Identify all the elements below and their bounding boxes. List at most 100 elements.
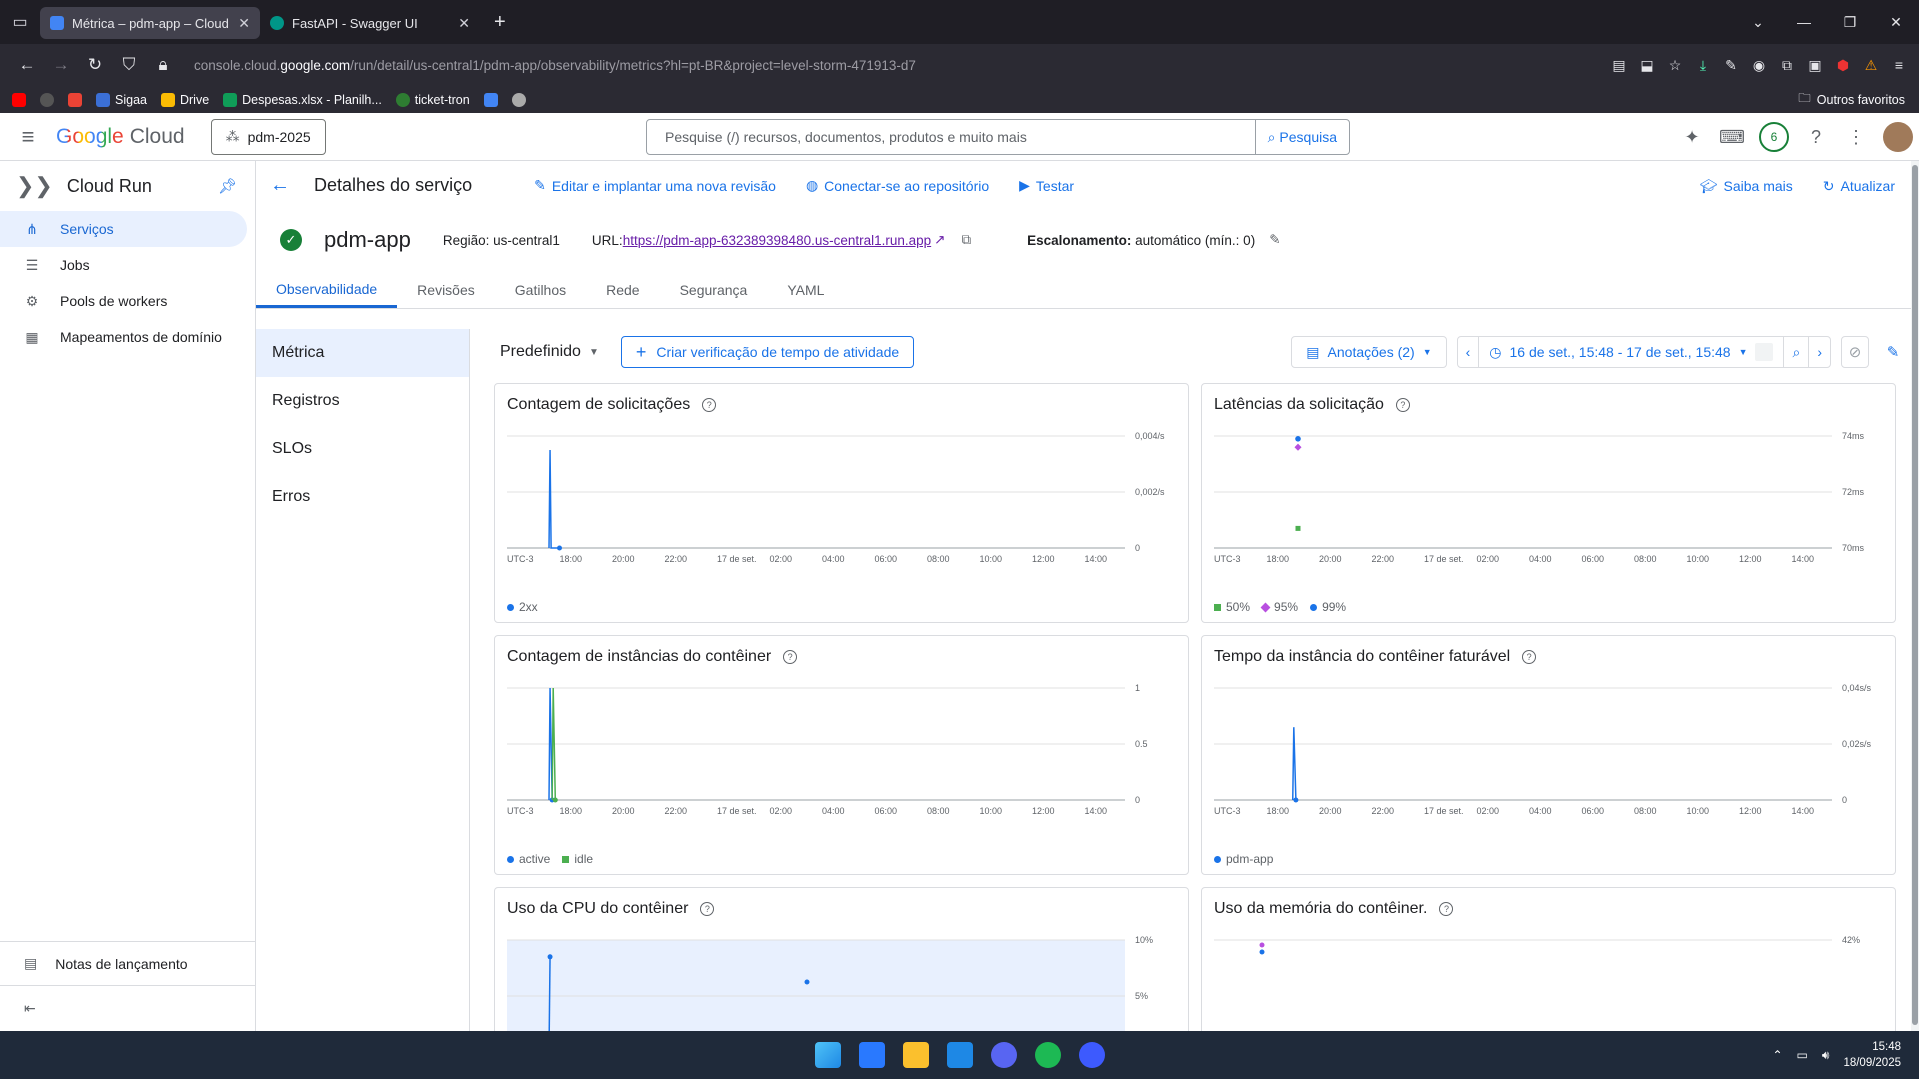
back-icon[interactable]: ← (10, 55, 44, 75)
next-range-icon[interactable]: › (1809, 337, 1830, 367)
search-button[interactable]: ⌕ Pesquisa (1254, 120, 1349, 154)
help-icon[interactable]: ? (700, 902, 715, 916)
help-icon[interactable]: ? (1395, 398, 1410, 412)
address-bar[interactable]: console.cloud.google.com/run/detail/us-c… (194, 58, 916, 73)
subnav-slos[interactable]: SLOs (256, 425, 469, 473)
legend-item[interactable]: pdm-app (1214, 852, 1273, 866)
sidebar-item-jobs[interactable]: ☰ Jobs (0, 247, 255, 283)
project-selector[interactable]: ⁂ pdm-2025 (210, 118, 326, 155)
extensions-icon[interactable]: ⧉ (1779, 57, 1795, 73)
github-bookmark[interactable] (40, 92, 54, 107)
shield-icon[interactable]: ⛉ (112, 55, 146, 75)
gemini-sparkle-icon[interactable]: ✦ (1679, 124, 1705, 150)
new-tab-icon[interactable]: + (494, 11, 506, 34)
zoom-icon[interactable]: ⌕ (1784, 337, 1810, 367)
legend-item[interactable]: 2xx (507, 600, 538, 614)
sidebar-item-services[interactable]: ⋔ Serviços (0, 211, 247, 247)
legend-item[interactable]: idle (562, 852, 593, 866)
forward-icon[interactable]: → (44, 55, 78, 75)
browser-tab-active[interactable]: Métrica – pdm-app – Cloud Run ✕ (40, 7, 260, 39)
create-uptime-check-button[interactable]: + Criar verificação de tempo de atividade (620, 336, 915, 368)
scrollbar-thumb[interactable] (1912, 165, 1918, 1025)
star-icon[interactable]: ☆ (1667, 57, 1683, 73)
extension-alert-icon[interactable]: ⚠ (1863, 57, 1879, 73)
restore-icon[interactable]: ❐ (1827, 14, 1873, 31)
tab-observability[interactable]: Observabilidade (256, 281, 398, 308)
youtube-bookmark[interactable] (12, 92, 26, 107)
external-link-icon[interactable]: ↗ (934, 232, 945, 248)
help-icon[interactable]: ? (702, 398, 717, 412)
ticket-tron-bookmark[interactable]: ticket-tron (395, 92, 470, 107)
extension-badge-icon[interactable]: ▣ (1807, 57, 1823, 73)
drive-bookmark[interactable]: Drive (160, 92, 209, 107)
legend-item[interactable]: active (507, 852, 550, 866)
collapse-sidebar-icon[interactable]: ⇤ (0, 985, 255, 1031)
download-icon[interactable]: ⤓ (1695, 57, 1711, 73)
subnav-errors[interactable]: Erros (256, 473, 469, 521)
search-input[interactable]: Pesquise (/) recursos, documentos, produ… (647, 129, 1255, 145)
legend-item[interactable]: 50% (1214, 600, 1250, 614)
tab-triggers[interactable]: Gatilhos (495, 282, 586, 308)
legend-item[interactable]: 99% (1310, 600, 1346, 614)
windows-start-icon[interactable] (814, 1042, 841, 1068)
close-tab-icon[interactable]: ✕ (458, 15, 470, 32)
clock[interactable]: 15:48 18/09/2025 (1843, 1039, 1901, 1071)
close-window-icon[interactable]: ✕ (1873, 14, 1919, 31)
tab-list-icon[interactable]: ▭ (0, 0, 40, 44)
more-vert-icon[interactable]: ⋮ (1843, 124, 1869, 150)
connect-repo-button[interactable]: ◍ Conectar-se ao repositório (806, 177, 989, 194)
legend-item[interactable]: 95% (1260, 600, 1298, 614)
tab-security[interactable]: Segurança (660, 282, 768, 308)
refresh-button[interactable]: ↻ Atualizar (1823, 178, 1895, 195)
page-scrollbar[interactable] (1911, 161, 1919, 1031)
volume-icon[interactable]: 🔊︎ (1822, 1048, 1830, 1063)
store-icon[interactable] (858, 1042, 885, 1068)
calendar-bookmark[interactable] (483, 92, 498, 107)
reset-zoom-icon[interactable]: ⊘ (1841, 336, 1869, 368)
release-notes-link[interactable]: ▤ Notas de lançamento (0, 941, 255, 985)
cloud-shell-icon[interactable]: ⌨ (1719, 124, 1745, 150)
spotify-icon[interactable] (1034, 1042, 1061, 1068)
tab-revisions[interactable]: Revisões (397, 282, 495, 308)
file-explorer-icon[interactable] (902, 1042, 929, 1068)
wrench-icon[interactable]: ✎ (1723, 57, 1739, 73)
reader-icon[interactable]: ▤ (1611, 57, 1627, 73)
back-arrow-icon[interactable]: ← (270, 174, 300, 197)
tab-yaml[interactable]: YAML (767, 282, 844, 308)
tab-overflow-icon[interactable]: ⌄ (1735, 14, 1781, 31)
copy-icon[interactable]: ⧉ (961, 232, 971, 248)
sheets-bookmark[interactable]: Despesas.xlsx - Planilh... (223, 92, 382, 107)
lock-icon[interactable]: 🔒︎ (146, 55, 180, 75)
firefox-icon[interactable] (1078, 1042, 1105, 1068)
close-tab-icon[interactable]: ✕ (238, 15, 250, 32)
gmail-bookmark[interactable] (68, 92, 82, 107)
hamburger-menu-icon[interactable]: ≡ (0, 124, 56, 150)
edit-dashboard-icon[interactable]: ✎ (1879, 336, 1907, 368)
notifications-badge[interactable]: 6 (1759, 122, 1789, 152)
preset-dropdown[interactable]: Predefinido ▼ (500, 343, 599, 361)
help-icon[interactable]: ? (1439, 902, 1454, 916)
test-button[interactable]: ▶ Testar (1019, 177, 1074, 194)
minimize-icon[interactable]: — (1781, 14, 1827, 30)
discord-icon[interactable] (990, 1042, 1017, 1068)
subnav-logs[interactable]: Registros (256, 377, 469, 425)
annotations-dropdown[interactable]: ▤ Anotações (2) ▼ (1291, 336, 1447, 368)
edit-scaling-icon[interactable]: ✎ (1269, 232, 1280, 248)
reload-icon[interactable]: ↻ (78, 55, 112, 75)
tray-expand-icon[interactable]: ⌃ (1772, 1048, 1782, 1062)
tab-network[interactable]: Rede (586, 282, 659, 308)
network-icon[interactable]: ▭ (1797, 1048, 1808, 1062)
sigaa-bookmark[interactable]: Sigaa (96, 92, 147, 107)
help-icon[interactable]: ? (1803, 124, 1829, 150)
subnav-metrics[interactable]: Métrica (256, 329, 469, 377)
service-url-link[interactable]: https://pdm-app-632389398480.us-central1… (623, 233, 931, 248)
other-bookmarks[interactable]: 🗀︎ Outros favoritos (1798, 86, 1905, 113)
prev-range-icon[interactable]: ‹ (1458, 337, 1480, 367)
ublock-icon[interactable]: ⬢ (1835, 57, 1851, 73)
avatar[interactable] (1883, 122, 1913, 152)
help-icon[interactable]: ? (1522, 650, 1537, 664)
learn-more-button[interactable]: 🎓︎ Saiba mais (1700, 178, 1793, 195)
vscode-icon[interactable] (946, 1042, 973, 1068)
browser-tab[interactable]: FastAPI - Swagger UI ✕ (260, 7, 480, 39)
help-icon[interactable]: ? (783, 650, 798, 664)
